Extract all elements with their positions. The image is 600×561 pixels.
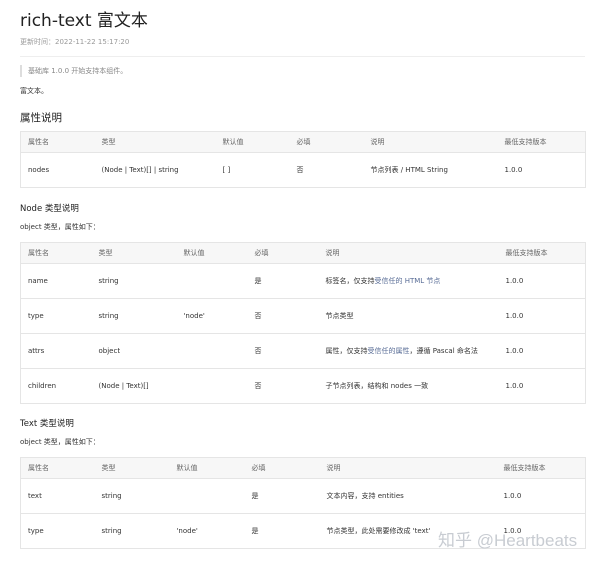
cell-name: nodes (20, 152, 95, 188)
desc-text: ，遵循 Pascal 命名法 (409, 347, 478, 355)
col-header: 属性名 (20, 242, 92, 264)
text-subheading: object 类型，属性如下： (20, 438, 100, 446)
col-header: 说明 (318, 242, 499, 264)
cell-desc: 节点类型 (318, 298, 499, 334)
component-description: 富文本。 (20, 87, 48, 95)
cell-required: 否 (247, 298, 319, 334)
cell-type: string (94, 513, 170, 549)
col-header: 默认值 (169, 457, 245, 479)
cell-version: 1.0.0 (498, 333, 586, 369)
cell-version: 1.0.0 (498, 298, 586, 334)
col-header: 默认值 (215, 131, 290, 153)
cell-required: 是 (244, 513, 320, 549)
col-header: 最低支持版本 (497, 131, 586, 153)
cell-name: children (20, 368, 92, 404)
updated-time: 更新时间：2022-11-22 15:17:20 (20, 38, 130, 46)
cell-default: 'node' (169, 513, 245, 549)
col-header: 必填 (244, 457, 320, 479)
desc-text: 属性，仅支持 (325, 347, 368, 355)
divider (20, 56, 585, 57)
cell-default (176, 368, 248, 404)
text-heading: Text 类型说明 (20, 419, 74, 429)
cell-desc: 节点列表 / HTML String (363, 152, 498, 188)
cell-type: string (94, 478, 170, 514)
cell-desc: 属性，仅支持受信任的属性，遵循 Pascal 命名法 (318, 333, 499, 369)
col-header: 说明 (363, 131, 498, 153)
table-row: attrs object 否 属性，仅支持受信任的属性，遵循 Pascal 命名… (20, 333, 586, 369)
watermark: 知乎 @Heartbeats (438, 531, 578, 550)
attrs-heading: 属性说明 (20, 112, 62, 124)
trusted-html-nodes-link[interactable]: 受信任的 HTML 节点 (375, 277, 441, 285)
cell-type: string (91, 263, 177, 299)
cell-desc: 子节点列表，结构和 nodes 一致 (318, 368, 499, 404)
node-subheading: object 类型，属性如下： (20, 223, 100, 231)
cell-name: type (20, 298, 92, 334)
cell-required: 否 (289, 152, 364, 188)
cell-default: [ ] (215, 152, 290, 188)
note-quote: 基础库 1.0.0 开始支持本组件。 (20, 65, 585, 77)
col-header: 最低支持版本 (498, 242, 586, 264)
node-heading: Node 类型说明 (20, 204, 79, 214)
table-row: children (Node | Text)[] 否 子节点列表，结构和 nod… (20, 368, 586, 404)
cell-type: (Node | Text)[] (91, 368, 177, 404)
table-row: nodes (Node | Text)[] | string [ ] 否 节点列… (20, 152, 586, 188)
cell-required: 否 (247, 368, 319, 404)
table-header-row: 属性名 类型 默认值 必填 说明 最低支持版本 (20, 242, 586, 264)
cell-version: 1.0.0 (496, 478, 586, 514)
col-header: 属性名 (20, 131, 95, 153)
page-title: rich-text 富文本 (20, 11, 148, 31)
cell-required: 否 (247, 333, 319, 369)
cell-version: 1.0.0 (498, 263, 586, 299)
table-row: type string 'node' 否 节点类型 1.0.0 (20, 298, 586, 334)
desc-text: 标签名，仅支持 (325, 277, 375, 285)
cell-desc: 标签名，仅支持受信任的 HTML 节点 (318, 263, 499, 299)
attrs-table: 属性名 类型 默认值 必填 说明 最低支持版本 nodes (Node | Te… (20, 131, 586, 188)
cell-version: 1.0.0 (498, 368, 586, 404)
trusted-attrs-link[interactable]: 受信任的属性 (368, 347, 410, 355)
col-header: 类型 (94, 457, 170, 479)
cell-desc: 文本内容，支持 entities (319, 478, 497, 514)
cell-default (176, 263, 248, 299)
col-header: 最低支持版本 (496, 457, 586, 479)
cell-type: object (91, 333, 177, 369)
cell-name: type (20, 513, 95, 549)
table-header-row: 属性名 类型 默认值 必填 说明 最低支持版本 (20, 131, 586, 153)
cell-name: attrs (20, 333, 92, 369)
col-header: 默认值 (176, 242, 248, 264)
cell-name: text (20, 478, 95, 514)
col-header: 类型 (94, 131, 216, 153)
cell-name: name (20, 263, 92, 299)
table-row: name string 是 标签名，仅支持受信任的 HTML 节点 1.0.0 (20, 263, 586, 299)
cell-type: (Node | Text)[] | string (94, 152, 216, 188)
col-header: 必填 (247, 242, 319, 264)
table-header-row: 属性名 类型 默认值 必填 说明 最低支持版本 (20, 457, 586, 479)
cell-default: 'node' (176, 298, 248, 334)
col-header: 属性名 (20, 457, 95, 479)
table-row: text string 是 文本内容，支持 entities 1.0.0 (20, 478, 586, 514)
col-header: 类型 (91, 242, 177, 264)
cell-required: 是 (244, 478, 320, 514)
cell-type: string (91, 298, 177, 334)
col-header: 必填 (289, 131, 364, 153)
cell-default (176, 333, 248, 369)
node-table: 属性名 类型 默认值 必填 说明 最低支持版本 name string 是 标签… (20, 242, 586, 404)
col-header: 说明 (319, 457, 497, 479)
cell-default (169, 478, 245, 514)
cell-version: 1.0.0 (497, 152, 586, 188)
cell-required: 是 (247, 263, 319, 299)
